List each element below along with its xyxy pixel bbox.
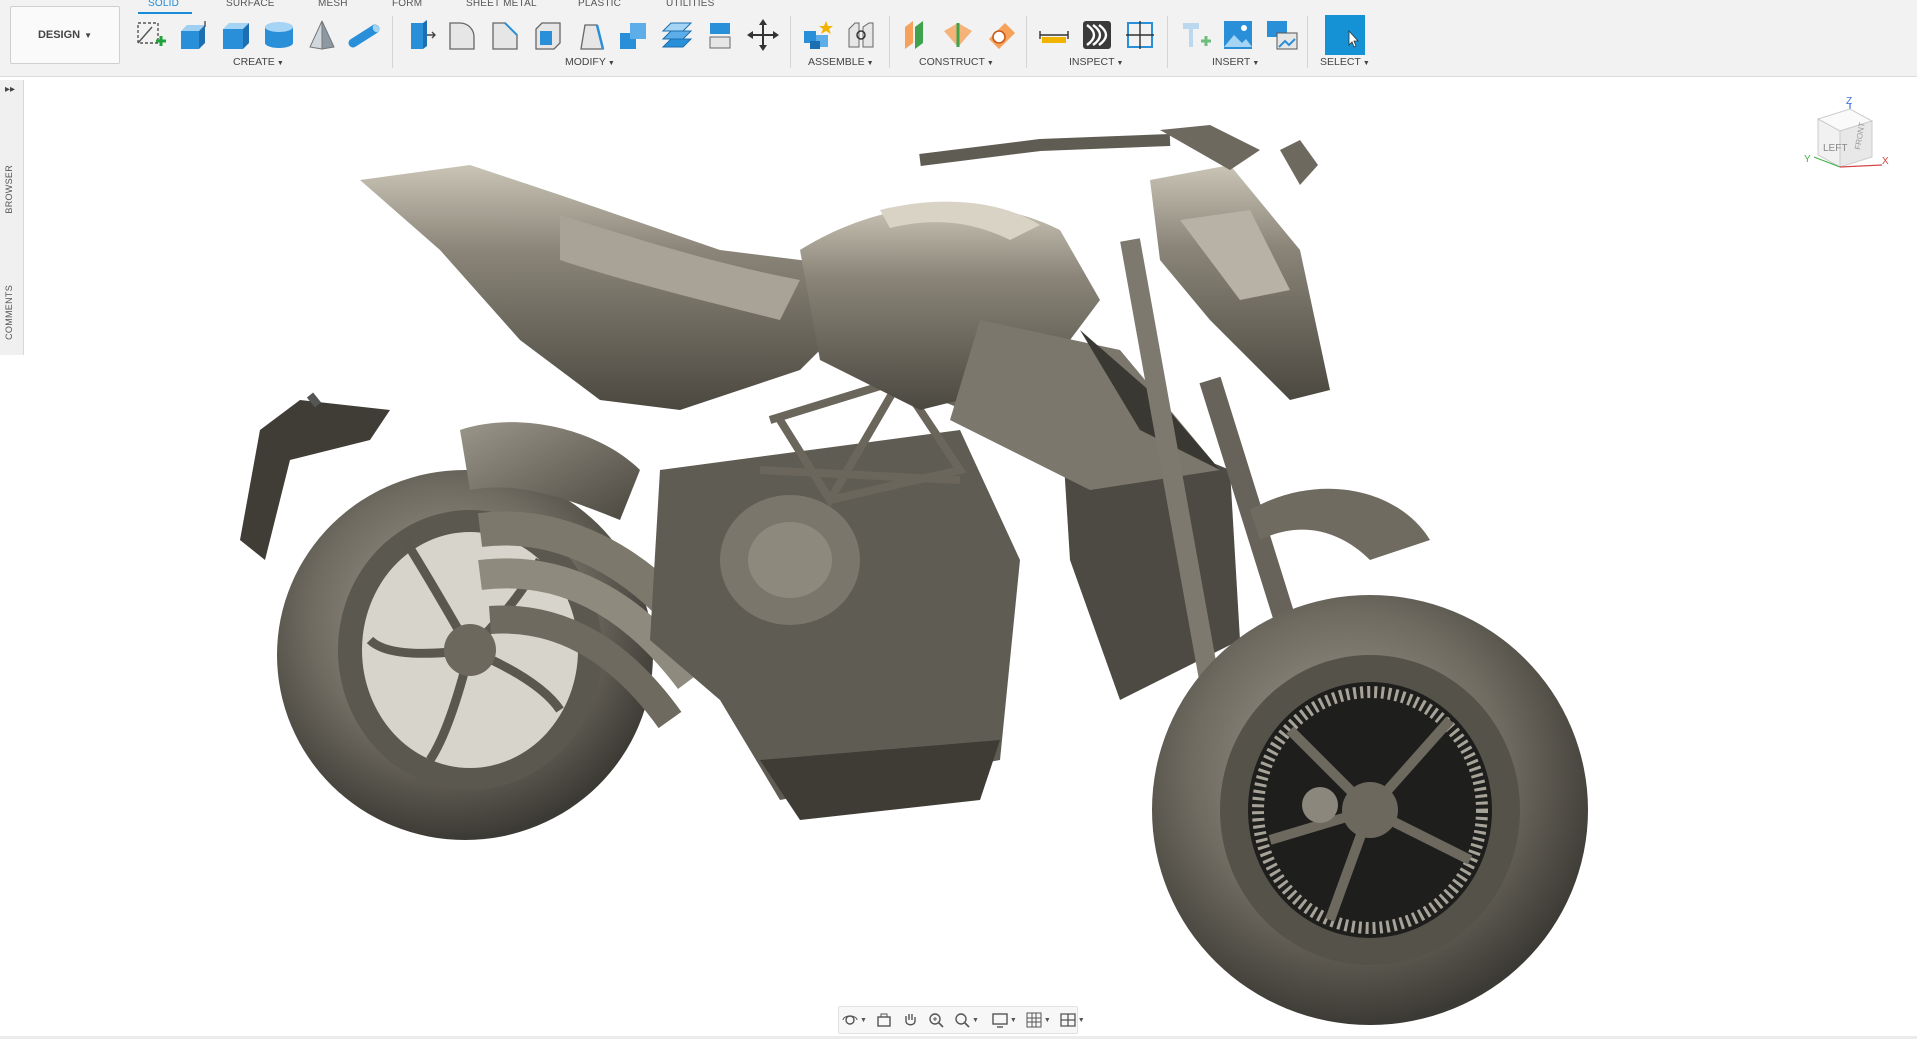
active-tab-indicator (138, 12, 192, 14)
comments-tab[interactable]: COMMENTS (4, 285, 14, 340)
joint-icon[interactable] (843, 17, 879, 53)
combine-icon[interactable] (616, 17, 652, 53)
toolbar: DESIGN ▼ SOLID SURFACE MESH FORM SHEET ME… (0, 0, 1917, 77)
modify-menu[interactable]: MODIFY ▼ (565, 56, 615, 68)
pyramid-icon[interactable] (304, 17, 340, 53)
construct-menu[interactable]: CONSTRUCT ▼ (919, 56, 994, 68)
offset-plane-icon[interactable] (897, 17, 933, 53)
view-cube[interactable]: Z LEFT FRONT X Y (1800, 95, 1900, 185)
pipe-icon[interactable] (347, 17, 383, 53)
fillet-icon[interactable] (444, 17, 480, 53)
split-body-icon[interactable] (702, 17, 738, 53)
zoom-window-icon[interactable]: ▼ (951, 1010, 981, 1030)
measure-icon[interactable] (1036, 17, 1072, 53)
divider (889, 16, 890, 68)
3d-viewport[interactable]: Z LEFT FRONT X Y (23, 77, 1917, 1039)
divider (1167, 16, 1168, 68)
tab-solid[interactable]: SOLID (148, 0, 179, 10)
tab-sheet-metal[interactable]: SHEET METAL (466, 0, 537, 10)
browser-tab[interactable]: BROWSER (4, 165, 14, 214)
divider (1026, 16, 1027, 68)
divider (1307, 16, 1308, 68)
tab-utilities[interactable]: UTILITIES (666, 0, 714, 10)
navigation-bar: ▼ ▼ ▼ ▼ ▼ (838, 1006, 1085, 1034)
create-sketch-icon[interactable] (132, 17, 168, 53)
axis-z-label: Z (1846, 96, 1852, 107)
chevron-down-icon: ▼ (1116, 60, 1124, 67)
draft-icon[interactable] (573, 17, 609, 53)
tab-plastic[interactable]: PLASTIC (578, 0, 621, 10)
cylinder-icon[interactable] (261, 17, 297, 53)
look-at-icon[interactable] (873, 1010, 895, 1030)
chevron-down-icon: ▼ (607, 60, 615, 67)
chevron-down-icon: ▼ (1362, 60, 1370, 67)
chevron-down-icon: ▼ (866, 60, 874, 67)
workspace-switcher[interactable]: DESIGN ▼ (10, 6, 120, 64)
divider (790, 16, 791, 68)
shell-icon[interactable] (530, 17, 566, 53)
assemble-menu[interactable]: ASSEMBLE ▼ (808, 56, 874, 68)
divider (392, 16, 393, 68)
axis-x-label: X (1882, 156, 1889, 167)
front-fender (1250, 488, 1430, 560)
create-menu[interactable]: CREATE ▼ (233, 56, 284, 68)
side-panel: ▸▸ BROWSER COMMENTS (0, 80, 24, 355)
chevron-down-icon: ▼ (1252, 60, 1260, 67)
plane-at-angle-icon[interactable] (940, 17, 976, 53)
insert-label: INSERT (1212, 56, 1251, 68)
select-label: SELECT (1320, 56, 1361, 68)
viewports-icon[interactable]: ▼ (1057, 1010, 1087, 1030)
zebra-analysis-icon[interactable] (1079, 17, 1115, 53)
section-analysis-icon[interactable] (1122, 17, 1158, 53)
tab-mesh[interactable]: MESH (318, 0, 348, 10)
construct-label: CONSTRUCT (919, 56, 985, 68)
mirror-left (1280, 140, 1318, 185)
box-icon[interactable] (218, 17, 254, 53)
workspace-label: DESIGN (37, 29, 81, 41)
grid-icon[interactable]: ▼ (1023, 1010, 1053, 1030)
press-pull-icon[interactable] (401, 17, 437, 53)
front-wheel (1152, 595, 1588, 1025)
insert-menu[interactable]: INSERT ▼ (1212, 56, 1259, 68)
motorcycle-model[interactable] (23, 77, 1917, 1039)
orbit-icon[interactable]: ▼ (839, 1010, 869, 1030)
display-settings-icon[interactable]: ▼ (989, 1010, 1019, 1030)
chevron-down-icon: ▼ (276, 60, 284, 67)
pan-icon[interactable] (899, 1010, 921, 1030)
assemble-label: ASSEMBLE (808, 56, 865, 68)
modify-label: MODIFY (565, 56, 606, 68)
inspect-label: INSPECT (1069, 56, 1115, 68)
move-icon[interactable] (745, 17, 781, 53)
canvas-icon[interactable] (1263, 17, 1299, 53)
select-menu[interactable]: SELECT ▼ (1320, 56, 1370, 68)
handlebar (919, 134, 1171, 166)
chevron-down-icon: ▼ (986, 60, 994, 67)
tangent-plane-icon[interactable] (983, 17, 1019, 53)
create-label: CREATE (233, 56, 275, 68)
new-component-icon[interactable] (800, 17, 836, 53)
mirror-right (1160, 125, 1260, 170)
tab-surface[interactable]: SURFACE (226, 0, 275, 10)
zoom-icon[interactable] (925, 1010, 947, 1030)
select-icon[interactable] (1325, 15, 1365, 55)
inspect-menu[interactable]: INSPECT ▼ (1069, 56, 1123, 68)
decal-icon[interactable] (1220, 17, 1256, 53)
extrude-icon[interactable] (175, 17, 211, 53)
chamfer-icon[interactable] (487, 17, 523, 53)
viewcube-left-face[interactable]: LEFT (1823, 143, 1847, 154)
axis-y-label: Y (1804, 154, 1811, 165)
tab-form[interactable]: FORM (392, 0, 422, 10)
chevron-down-icon: ▼ (84, 30, 93, 40)
insert-mesh-icon[interactable] (1177, 17, 1213, 53)
expand-panel-icon[interactable]: ▸▸ (5, 84, 15, 95)
offset-face-icon[interactable] (659, 17, 695, 53)
